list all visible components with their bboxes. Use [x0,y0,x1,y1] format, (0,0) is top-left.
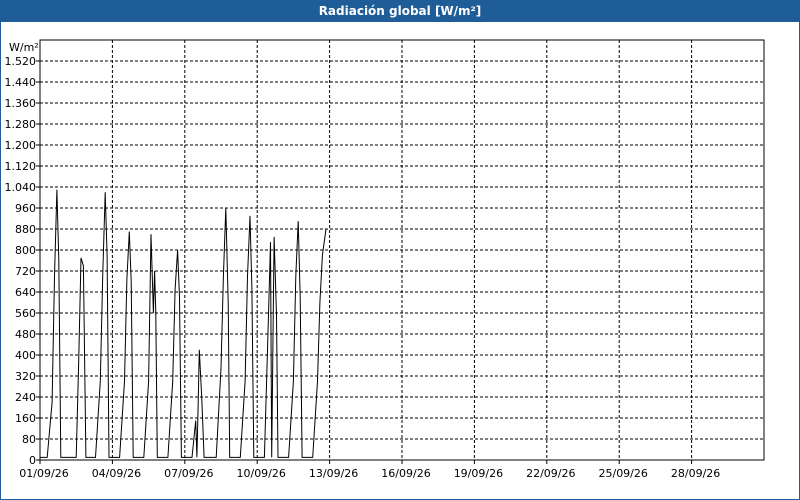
y-tick-label: 720 [15,265,36,278]
y-tick-label: 160 [15,412,36,425]
y-tick-label: 1.440 [5,76,37,89]
y-tick-label: 1.280 [5,118,37,131]
y-axis-label: W/m² [9,41,39,54]
x-tick-label: 01/09/26 [19,467,68,480]
y-tick-label: 80 [22,433,36,446]
y-tick-label: 1.520 [5,55,37,68]
x-tick-label: 25/09/26 [598,467,647,480]
y-tick-label: 320 [15,370,36,383]
y-tick-label: 1.360 [5,97,37,110]
x-axis-ticks: 01/09/26 04/09/26 07/09/26 10/09/26 13/09/26… [19,460,720,480]
chart-title: Radiación global [W/m²] [1,1,799,22]
y-tick-label: 1.200 [5,139,37,152]
x-tick-label: 04/09/26 [92,467,141,480]
series-group [40,189,327,458]
y-tick-label: 400 [15,349,36,362]
y-tick-label: 560 [15,307,36,320]
y-tick-label: 800 [15,244,36,257]
y-tick-label: 1.120 [5,160,37,173]
y-tick-label: 960 [15,202,36,215]
radiation-chart: 0 80 160 240 320 400 480 560 640 720 800 880 960 1.04… [5,39,765,480]
chart-window: Radiación global [W/m²] 0 80 160 240 320 400 4… [0,0,800,500]
x-tick-label: 16/09/26 [381,467,430,480]
y-tick-label: 640 [15,286,36,299]
x-tick-label: 22/09/26 [526,467,575,480]
x-tick-label: 19/09/26 [454,467,503,480]
y-tick-label: 880 [15,223,36,236]
x-tick-label: 13/09/26 [309,467,358,480]
y-tick-label: 240 [15,391,36,404]
x-tick-label: 10/09/26 [236,467,285,480]
grid [40,40,764,460]
x-tick-label: 07/09/26 [164,467,213,480]
x-tick-label: 28/09/26 [671,467,720,480]
y-tick-label: 0 [29,454,36,467]
series-line [40,189,327,458]
y-tick-label: 480 [15,328,36,341]
y-axis-ticks: 0 80 160 240 320 400 480 560 640 720 800 880 960 1.04… [5,55,40,467]
y-tick-label: 1.040 [5,181,37,194]
